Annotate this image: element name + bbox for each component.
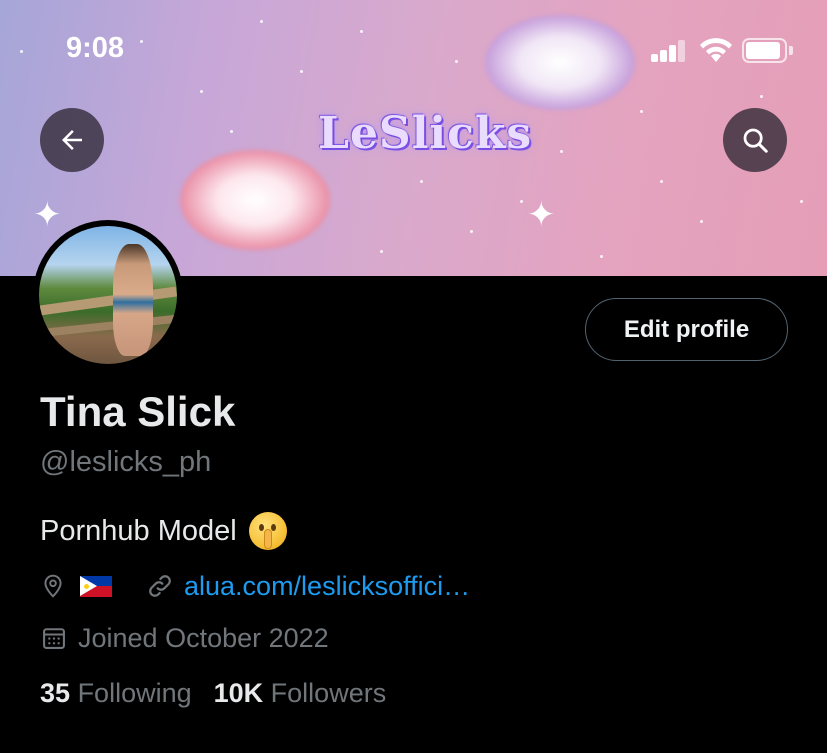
search-button[interactable] (723, 108, 787, 172)
philippines-flag-icon (80, 575, 112, 597)
cellular-signal-icon (651, 40, 687, 62)
wifi-icon (700, 38, 732, 62)
location-pin-icon (44, 574, 62, 598)
joined-date-text: Joined October 2022 (78, 622, 329, 653)
banner-star (470, 230, 473, 233)
link-icon (149, 575, 171, 597)
sparkle-icon: ✦ (33, 196, 62, 234)
following-label: Following (77, 678, 192, 708)
edit-profile-button[interactable]: Edit profile (585, 298, 788, 361)
banner-star (800, 200, 803, 203)
bio-text: Pornhub Model (40, 514, 237, 547)
banner-star (700, 220, 703, 223)
status-bar: 9:08 (0, 0, 827, 100)
sparkle-icon: ✦ (527, 196, 556, 234)
profile-handle: @leslicks_ph (40, 446, 212, 478)
banner-star (380, 250, 383, 253)
followers-label: Followers (270, 678, 387, 708)
banner-logo-text: LeSlicks (318, 108, 533, 159)
followers-link[interactable]: 10K Followers (214, 678, 387, 709)
status-time: 9:08 (66, 32, 125, 64)
joined-date-row: Joined October 2022 (40, 620, 329, 656)
calendar-icon (43, 628, 65, 649)
avatar-photo (39, 226, 177, 364)
followers-count: 10K (213, 678, 264, 708)
profile-avatar[interactable] (33, 220, 183, 370)
profile-bio: Pornhub Model (40, 512, 287, 550)
banner-star (420, 180, 423, 183)
following-link[interactable]: 35 Following (40, 678, 192, 709)
following-count: 35 (40, 678, 71, 708)
banner-star (560, 150, 563, 153)
back-button[interactable] (40, 108, 104, 172)
banner-star (640, 110, 643, 113)
profile-meta-row: alua.com/leslicksoffici… (40, 566, 470, 606)
banner-star (660, 180, 663, 183)
banner-star (600, 255, 603, 258)
search-icon (743, 128, 768, 153)
banner-star (230, 130, 233, 133)
shushing-face-icon (248, 512, 287, 550)
profile-link-text[interactable]: alua.com/leslicksoffici… (184, 571, 470, 602)
profile-name: Tina Slick (40, 388, 236, 435)
banner-star (520, 200, 523, 203)
profile-link[interactable]: alua.com/leslicksoffici… (146, 571, 470, 602)
follow-stats: 35 Following 10K Followers (40, 678, 386, 709)
arrow-left-icon (62, 130, 82, 150)
banner-cloud-pink (180, 150, 330, 250)
battery-icon (742, 38, 794, 63)
